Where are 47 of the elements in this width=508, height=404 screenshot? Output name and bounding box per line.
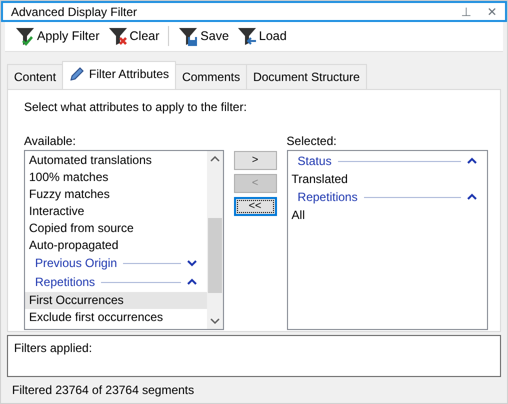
close-button[interactable]: ✕ [487, 2, 497, 20]
toolbar-button[interactable]: Clear [106, 26, 162, 46]
group-header[interactable]: Status [288, 152, 487, 171]
load-filter-icon [236, 26, 257, 46]
list-item[interactable]: All [288, 206, 487, 224]
collapse-icon [186, 278, 197, 286]
status-text: Filtered 23764 of 23764 segments [11, 382, 196, 399]
group-label: Repetitions [298, 189, 358, 206]
collapse-icon [467, 193, 477, 202]
toolbar-button[interactable]: Apply Filter [13, 26, 102, 46]
pin-button[interactable]: ⊥ [461, 2, 471, 20]
instruction-text: Select what attributes to apply to the filter: [24, 98, 248, 116]
list-label: Available: [24, 132, 77, 150]
pencil-icon [69, 66, 86, 82]
move-button[interactable]: > [234, 150, 277, 170]
list-item[interactable]: 100% matches [25, 168, 207, 186]
tab[interactable]: Document Structure [246, 64, 367, 89]
list-item[interactable]: Exclude first occurrences [25, 308, 207, 326]
clear-filter-icon [108, 26, 128, 46]
list-item[interactable]: Automated translations [25, 152, 207, 169]
group-label: Status [298, 153, 332, 170]
list-item[interactable]: Fuzzy matches [25, 186, 207, 203]
list-item[interactable]: Copied from source [25, 220, 207, 237]
list-item[interactable]: First Occurrences [25, 292, 207, 309]
scroll-down-icon [208, 316, 221, 325]
collapse-icon [467, 157, 477, 166]
list-item[interactable]: Translated [288, 170, 487, 188]
window-title: Advanced Display Filter [11, 4, 138, 20]
filters-label: Filters applied: [14, 341, 92, 356]
list-label: Selected: [286, 132, 338, 150]
group-header[interactable]: Repetitions [288, 188, 487, 207]
list-item[interactable]: Interactive [25, 202, 207, 220]
expand-icon [186, 259, 197, 268]
list-item[interactable]: Auto-propagated [25, 236, 207, 254]
tab[interactable]: Filter Attributes [62, 60, 176, 89]
toolbar-button[interactable]: Load [234, 26, 289, 46]
scroll-up-icon [208, 154, 221, 163]
apply-filter-icon [15, 26, 35, 46]
group-label: Previous Origin [35, 255, 118, 272]
move-button[interactable]: << [234, 196, 277, 216]
toolbar-button[interactable]: Save [176, 26, 231, 46]
group-header[interactable]: Previous Origin [25, 254, 207, 273]
tab[interactable]: Content [7, 64, 64, 89]
scrollbar[interactable] [206, 150, 223, 329]
save-filter-icon [178, 26, 198, 46]
group-label: Repetitions [35, 274, 96, 292]
group-header[interactable]: Repetitions [25, 272, 207, 292]
